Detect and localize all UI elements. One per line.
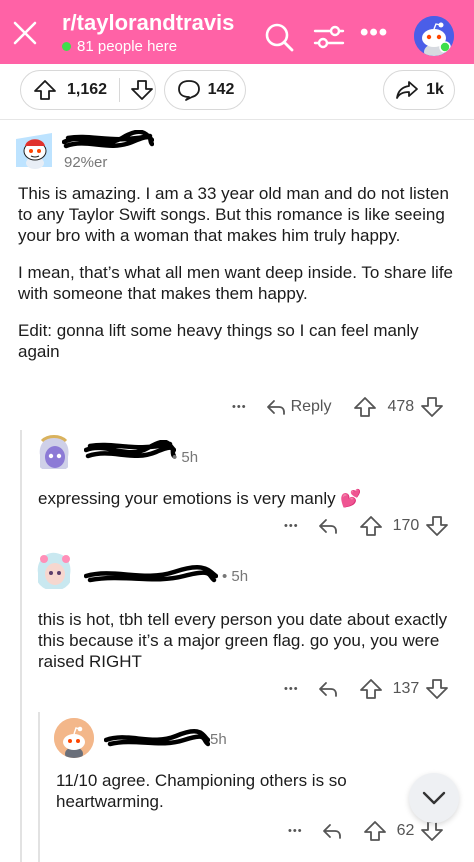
comment-body: This is amazing. I am a 33 year old man …: [18, 183, 458, 378]
comment-body: expressing your emotions is very manly 💕: [38, 489, 362, 508]
snoo-avatar-icon: [54, 718, 94, 758]
arrow-up-icon[interactable]: [359, 514, 383, 538]
snoo-avatar-icon: [414, 16, 454, 56]
redacted-username: [62, 130, 154, 149]
snoo-avatar-icon: [14, 129, 54, 171]
redacted-username: [84, 440, 176, 459]
avatar[interactable]: [14, 129, 54, 171]
redacted-username: [84, 565, 218, 583]
comment-actions: ••• 62: [288, 816, 444, 846]
thread-line: [20, 430, 22, 862]
post-share-button[interactable]: 1k: [383, 70, 455, 110]
arrow-down-icon[interactable]: [425, 677, 449, 701]
post-comments-button[interactable]: 142: [164, 70, 246, 110]
comment-paragraph: This is amazing. I am a 33 year old man …: [18, 184, 449, 245]
arrow-up-icon[interactable]: [363, 819, 387, 843]
comment-time: 5h: [210, 731, 227, 748]
comment-body: this is hot, tbh tell every person you d…: [38, 610, 448, 671]
comment-actions: ••• 170: [284, 511, 449, 541]
comment-bubble-icon: [177, 80, 200, 101]
more-options-button[interactable]: •••: [288, 825, 303, 837]
more-options-button[interactable]: •••: [360, 21, 390, 46]
author-flair: 92%er: [64, 154, 108, 171]
online-dot-icon: [62, 42, 71, 51]
post-action-bar: 1,162 142 1k: [0, 64, 474, 120]
vote-count: 137: [392, 680, 420, 697]
post-upvote-count: 1,162: [67, 81, 108, 98]
arrow-up-icon[interactable]: [27, 78, 63, 102]
more-options-button[interactable]: •••: [232, 401, 247, 413]
comment-body: 11/10 agree. Championing others is so he…: [56, 771, 347, 811]
arrow-down-icon[interactable]: [130, 78, 154, 102]
anime-avatar-icon: [34, 549, 74, 591]
more-options-button[interactable]: •••: [284, 683, 299, 695]
comment-time: • 5h: [222, 568, 249, 585]
vote-count: 478: [387, 398, 415, 415]
comment-paragraph: Edit: gonna lift some heavy things so I …: [18, 321, 419, 361]
arrow-up-icon[interactable]: [353, 395, 377, 419]
reply-arrow-icon[interactable]: [265, 397, 287, 417]
subreddit-name[interactable]: r/taylorandtravis: [62, 10, 234, 36]
post-vote-control: 1,162: [20, 70, 156, 110]
online-count-text: 81 people here: [77, 38, 178, 55]
chevron-down-icon: [422, 791, 446, 805]
comment-actions: ••• Reply 478: [232, 392, 444, 422]
redacted-username: [104, 729, 210, 747]
avatar[interactable]: [34, 549, 74, 591]
vote-count: 62: [396, 822, 415, 839]
user-avatar[interactable]: [414, 16, 454, 56]
avatar[interactable]: [54, 718, 94, 758]
comment-time: • 5h: [172, 449, 199, 466]
post-comment-count: 142: [207, 81, 235, 98]
online-count: 81 people here: [62, 38, 177, 55]
reply-button[interactable]: Reply: [291, 398, 332, 416]
reply-arrow-icon[interactable]: [321, 821, 343, 841]
arrow-up-icon[interactable]: [359, 677, 383, 701]
close-icon[interactable]: [10, 18, 40, 48]
share-arrow-icon: [396, 81, 418, 99]
thread-line: [38, 712, 40, 862]
arrow-down-icon[interactable]: [420, 395, 444, 419]
reply-arrow-icon[interactable]: [317, 516, 339, 536]
search-icon[interactable]: [262, 20, 296, 54]
comment-paragraph: I mean, that’s what all men want deep in…: [18, 263, 454, 303]
filter-icon[interactable]: [312, 22, 346, 52]
reply-arrow-icon[interactable]: [317, 679, 339, 699]
arrow-down-icon[interactable]: [425, 514, 449, 538]
subreddit-header: r/taylorandtravis 81 people here •••: [0, 0, 474, 64]
vote-divider: [119, 78, 121, 102]
avatar[interactable]: [34, 433, 74, 473]
scroll-next-button[interactable]: [409, 773, 459, 823]
anime-avatar-icon: [34, 433, 74, 473]
comment-actions: ••• 137: [284, 674, 449, 704]
post-share-count: 1k: [426, 81, 444, 98]
vote-count: 170: [392, 517, 420, 534]
more-options-button[interactable]: •••: [284, 520, 299, 532]
